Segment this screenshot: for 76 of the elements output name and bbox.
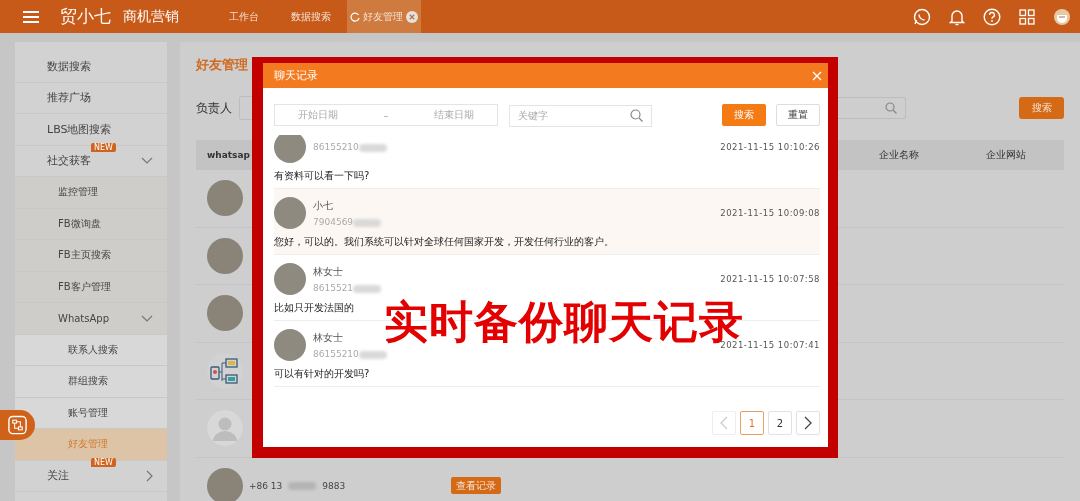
menu-icon[interactable] [22,9,40,24]
sidebar-item[interactable]: FB微询盘 [15,208,167,240]
sidebar-item[interactable]: 群组搜索 [15,366,167,398]
sender-name: 小七 [313,199,334,213]
user-silhouette-icon [207,410,243,447]
new-badge: NEW [91,457,116,467]
refresh-icon [350,11,360,22]
avatar-photo [274,263,306,295]
chevron-left-icon [720,416,728,430]
message-text: 可以有针对的开发吗? [274,367,371,381]
range-separator: – [383,109,389,121]
avatar-photo [274,197,306,229]
phone-number: 7904569 [313,217,354,227]
redaction-blur [358,143,387,152]
search-icon [630,109,643,122]
redaction-blur [358,350,387,359]
dialog-title: 聊天记录 [274,68,318,83]
redaction-blur [353,218,382,227]
page-title: 好友管理 [195,56,249,74]
bell-icon[interactable] [949,7,965,26]
message-time: 2021-11-15 10:07:58 [720,274,820,284]
page-button[interactable]: 2 [768,411,792,435]
avatar-photo [207,467,243,501]
sidebar-item[interactable]: 推荐广场 [15,82,167,114]
phone-number: +86 13 [249,480,283,491]
sidebar-item[interactable]: 关注 NEW [15,460,167,492]
message-text: 您好，可以的。我们系统可以针对全球任何国家开发，开发任何行业的客户。 [274,235,615,249]
keyword-field[interactable]: 关键字 [509,104,652,127]
nav-tab[interactable]: 工作台 [213,0,275,33]
message-time: 2021-11-15 10:09:08 [720,208,820,218]
redaction-blur [288,481,317,490]
avatar-photo [274,329,306,361]
sender-name: 林女士 [313,331,344,345]
nav-tab[interactable]: 数据搜索 [275,0,347,33]
message-time: 2021-11-15 10:10:26 [720,142,820,152]
chat-icon[interactable] [913,7,931,26]
chevron-down-icon [141,157,153,165]
filter-label: 负责人 [196,99,232,117]
chevron-right-icon [804,416,812,430]
avatar-photo [207,237,243,274]
sidebar-item[interactable]: 监控管理 [15,177,167,209]
reset-button[interactable]: 重置 [776,104,820,126]
avatar-photo [274,135,306,163]
search-icon [885,102,897,114]
avatar-icon[interactable] [1053,7,1071,26]
close-icon[interactable] [812,70,822,81]
sender-name: 林女士 [313,265,344,279]
help-icon[interactable] [983,7,1001,26]
column-header: 企业名称 [879,148,920,162]
grid-icon[interactable] [1019,8,1035,25]
sidebar-item[interactable]: FB客户管理 [15,271,167,303]
sidebar-item[interactable]: FB主页搜索 [15,240,167,272]
avatar-photo [207,295,243,332]
sidebar-item[interactable]: 数据搜索 [15,51,167,83]
message-text: 比如只开发法国的 [274,301,355,315]
sidebar-item[interactable]: 联系人搜索 [15,334,167,366]
redaction-blur [353,284,382,293]
share-icon[interactable] [0,410,35,440]
phone-number: 86155210 [313,142,359,152]
chevron-right-icon [146,469,153,482]
chevron-down-icon [141,314,153,322]
logo-text: 贸小七 [60,5,111,28]
start-date-placeholder: 开始日期 [297,108,338,122]
next-page-button[interactable] [796,411,820,435]
column-header: 企业网站 [986,148,1026,162]
close-icon[interactable] [406,10,418,23]
phone-number: 8615521 [313,283,354,293]
sidebar-item[interactable]: WhatsApp [15,303,167,335]
message-text: 有资料可以看一下吗? [274,169,371,183]
end-date-placeholder: 结束日期 [434,108,475,122]
product-title: 商机营销 [123,7,179,26]
phone-number: 9883 [322,480,346,491]
avatar-photo [207,180,243,217]
column-header: whatsap [207,150,250,160]
new-badge: NEW [91,142,116,152]
phone-number: 86155210 [313,349,359,359]
